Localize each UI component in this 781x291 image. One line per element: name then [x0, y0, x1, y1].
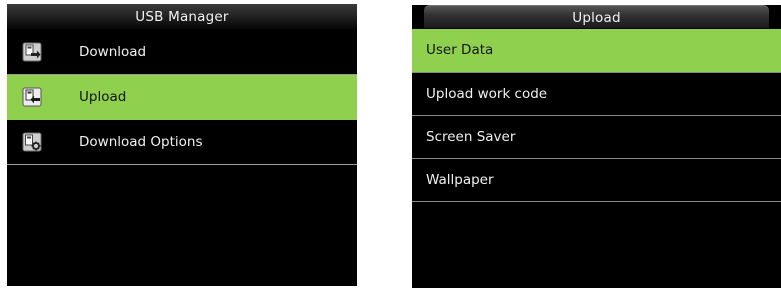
menu-item-label: Wallpaper: [426, 172, 494, 188]
menu-item-screen-saver[interactable]: Screen Saver: [412, 116, 781, 159]
menu-item-download[interactable]: Download: [7, 30, 357, 75]
menu-item-label: Upload work code: [426, 86, 548, 102]
menu-item-upload-work-code[interactable]: Upload work code: [412, 73, 781, 116]
usb-manager-menu: Download Upload Download Options: [7, 30, 357, 165]
usb-upload-icon: [22, 87, 42, 107]
upload-menu: User Data Upload work code Screen Saver …: [412, 29, 781, 202]
upload-screen: Upload User Data Upload work code Screen…: [412, 5, 781, 288]
screen-title-bar: USB Manager: [7, 4, 357, 30]
menu-item-wallpaper[interactable]: Wallpaper: [412, 159, 781, 202]
menu-item-label: Upload: [79, 89, 127, 105]
screen-title: USB Manager: [135, 9, 229, 25]
screen-title-bar: Upload: [424, 5, 769, 29]
menu-item-upload[interactable]: Upload: [7, 75, 357, 120]
menu-item-label: Download: [79, 44, 147, 60]
menu-item-label: User Data: [426, 42, 494, 58]
menu-item-label: Screen Saver: [426, 129, 516, 145]
menu-item-user-data[interactable]: User Data: [412, 29, 781, 73]
screen-title: Upload: [572, 10, 621, 26]
menu-item-label: Download Options: [79, 134, 203, 150]
usb-manager-screen: USB Manager Download Upload Download Opt…: [7, 4, 357, 286]
usb-download-icon: [22, 42, 42, 62]
menu-item-download-options[interactable]: Download Options: [7, 120, 357, 165]
download-options-icon: [22, 132, 42, 152]
